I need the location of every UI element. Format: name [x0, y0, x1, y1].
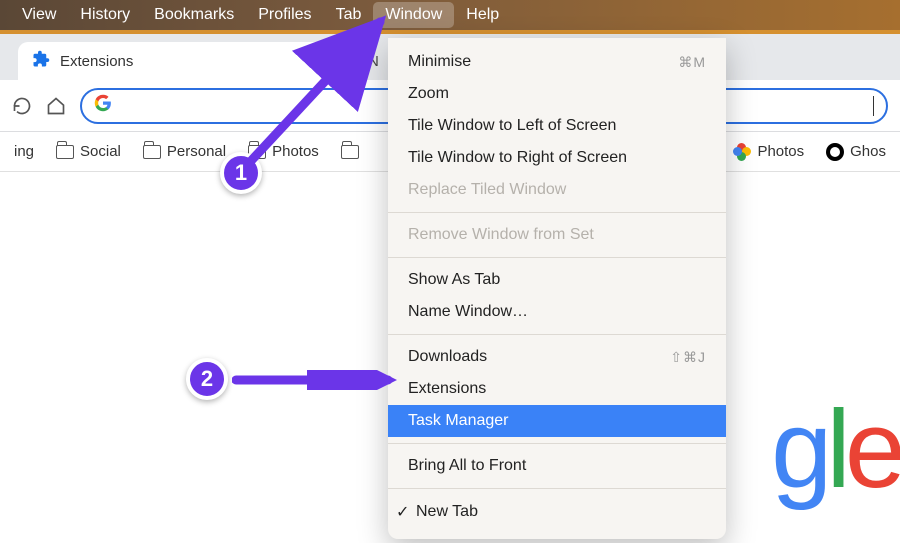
menu-separator — [388, 443, 726, 444]
mac-menubar: View History Bookmarks Profiles Tab Wind… — [0, 0, 900, 34]
menu-separator — [388, 488, 726, 489]
bookmark-partial[interactable]: ing — [6, 139, 42, 164]
ghostery-icon — [826, 143, 844, 161]
tab-loading[interactable]: N — [328, 42, 389, 80]
folder-icon — [341, 145, 359, 159]
bookmark-label: ing — [14, 143, 34, 160]
menu-separator — [388, 212, 726, 213]
folder-icon — [143, 145, 161, 159]
shortcut-label: ⇧⌘J — [670, 349, 706, 366]
tab-extensions[interactable]: Extensions × — [18, 42, 328, 80]
checkmark-icon: ✓ — [396, 502, 412, 522]
tab-title: Extensions — [60, 53, 133, 70]
close-icon[interactable]: × — [305, 51, 316, 72]
menu-tile-right[interactable]: Tile Window to Right of Screen — [388, 142, 726, 174]
menu-window[interactable]: Window — [373, 2, 454, 28]
reload-icon[interactable] — [12, 96, 32, 116]
menu-downloads[interactable]: Downloads⇧⌘J — [388, 341, 726, 373]
menu-remove-from-set: Remove Window from Set — [388, 219, 726, 251]
menu-help[interactable]: Help — [454, 2, 511, 28]
menu-minimise[interactable]: Minimise⌘M — [388, 46, 726, 78]
bookmark-label: Photos — [272, 143, 319, 160]
google-logo: gle — [771, 386, 900, 513]
menu-replace-tiled: Replace Tiled Window — [388, 174, 726, 206]
bookmark-folder-photos[interactable]: Photos — [240, 139, 327, 164]
bookmark-label: Personal — [167, 143, 226, 160]
bookmark-label: Ghos — [850, 143, 886, 160]
menu-bring-all-to-front[interactable]: Bring All to Front — [388, 450, 726, 482]
google-g-icon — [94, 94, 112, 117]
menu-name-window[interactable]: Name Window… — [388, 296, 726, 328]
menu-bookmarks[interactable]: Bookmarks — [142, 2, 246, 28]
loading-spinner-icon — [342, 52, 360, 70]
home-icon[interactable] — [46, 96, 66, 116]
puzzle-piece-icon — [32, 50, 50, 73]
window-menu-dropdown: Minimise⌘M Zoom Tile Window to Left of S… — [388, 38, 726, 539]
menu-view[interactable]: View — [10, 2, 68, 28]
bookmark-label: Social — [80, 143, 121, 160]
menu-extensions[interactable]: Extensions — [388, 373, 726, 405]
menu-separator — [388, 257, 726, 258]
menu-show-as-tab[interactable]: Show As Tab — [388, 264, 726, 296]
menu-tile-left[interactable]: Tile Window to Left of Screen — [388, 110, 726, 142]
bookmark-ghostery[interactable]: Ghos — [818, 139, 894, 165]
folder-icon — [248, 145, 266, 159]
menu-history[interactable]: History — [68, 2, 142, 28]
bookmark-google-photos[interactable]: Photos — [725, 139, 812, 165]
bookmark-folder-more[interactable] — [333, 141, 367, 163]
menu-separator — [388, 334, 726, 335]
bookmark-folder-social[interactable]: Social — [48, 139, 129, 164]
shortcut-label: ⌘M — [678, 54, 706, 71]
bookmark-folder-personal[interactable]: Personal — [135, 139, 234, 164]
menu-tab[interactable]: Tab — [324, 2, 374, 28]
bookmark-label: Photos — [757, 143, 804, 160]
menu-new-tab[interactable]: ✓ New Tab — [388, 495, 726, 529]
text-cursor — [873, 96, 874, 116]
menu-profiles[interactable]: Profiles — [246, 2, 323, 28]
menu-zoom[interactable]: Zoom — [388, 78, 726, 110]
menu-task-manager[interactable]: Task Manager — [388, 405, 726, 437]
tab-title: N — [368, 53, 379, 70]
folder-icon — [56, 145, 74, 159]
google-photos-icon — [733, 143, 751, 161]
